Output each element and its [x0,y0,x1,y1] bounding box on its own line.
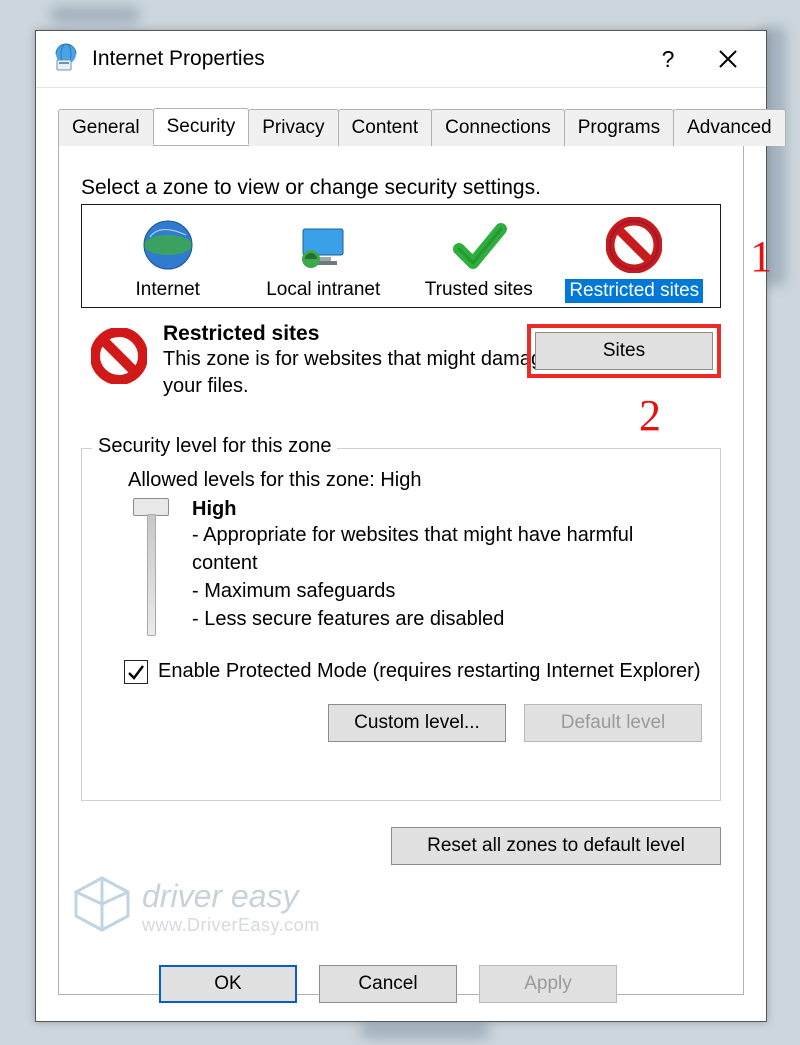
cancel-button[interactable]: Cancel [319,965,457,1003]
zone-restricted-sites[interactable]: Restricted sites [564,217,704,303]
titlebar: Internet Properties ? [36,31,766,88]
zone-label: Restricted sites [565,279,703,303]
level-bullet: - Maximum safeguards [192,577,702,605]
zone-label: Internet [136,279,200,301]
custom-level-button[interactable]: Custom level... [328,704,506,742]
tab-bar: General Security Privacy Content Connect… [58,108,744,146]
dialog-title: Internet Properties [92,47,638,71]
internet-properties-dialog: Internet Properties ? General Security P… [35,30,767,1022]
zone-list: Internet Local intranet Trusted sites [81,204,721,308]
protected-mode-label: Enable Protected Mode (requires restarti… [158,660,701,683]
security-panel: Select a zone to view or change security… [58,146,744,995]
default-level-button: Default level [524,704,702,742]
zone-label: Trusted sites [425,279,533,301]
annotation-highlight-sites: Sites [527,324,721,378]
sites-button[interactable]: Sites [535,332,713,370]
close-button[interactable] [698,31,758,87]
help-button[interactable]: ? [638,31,698,87]
prohibited-icon [606,217,662,273]
level-bullet: - Less secure features are disabled [192,605,702,633]
zone-local-intranet[interactable]: Local intranet [253,217,393,303]
security-level-group: Security level for this zone Allowed lev… [81,448,721,801]
protected-mode-checkbox[interactable] [124,660,148,684]
tab-advanced[interactable]: Advanced [673,109,786,146]
zone-label: Local intranet [266,279,380,301]
zone-prompt: Select a zone to view or change security… [81,176,721,200]
tab-privacy[interactable]: Privacy [248,109,338,146]
security-level-legend: Security level for this zone [92,435,337,458]
prohibited-icon [91,328,153,400]
allowed-levels-text: Allowed levels for this zone: High [128,469,702,492]
zone-internet[interactable]: Internet [98,217,238,303]
checkmark-icon [451,217,507,273]
tab-connections[interactable]: Connections [431,109,565,146]
monitor-icon [295,217,351,273]
apply-button: Apply [479,965,617,1003]
level-bullets: - Appropriate for websites that might ha… [192,521,702,633]
zone-trusted-sites[interactable]: Trusted sites [409,217,549,303]
globe-icon [140,217,196,273]
security-level-slider[interactable] [124,498,178,636]
tab-content[interactable]: Content [338,109,433,146]
internet-options-icon [50,41,82,78]
dialog-buttons: OK Cancel Apply [36,965,766,1003]
reset-zones-button[interactable]: Reset all zones to default level [391,827,721,865]
level-bullet: - Appropriate for websites that might ha… [192,521,702,577]
tab-general[interactable]: General [58,109,154,146]
tab-programs[interactable]: Programs [564,109,674,146]
level-name: High [192,498,702,521]
ok-button[interactable]: OK [159,965,297,1003]
tab-security[interactable]: Security [153,108,250,145]
